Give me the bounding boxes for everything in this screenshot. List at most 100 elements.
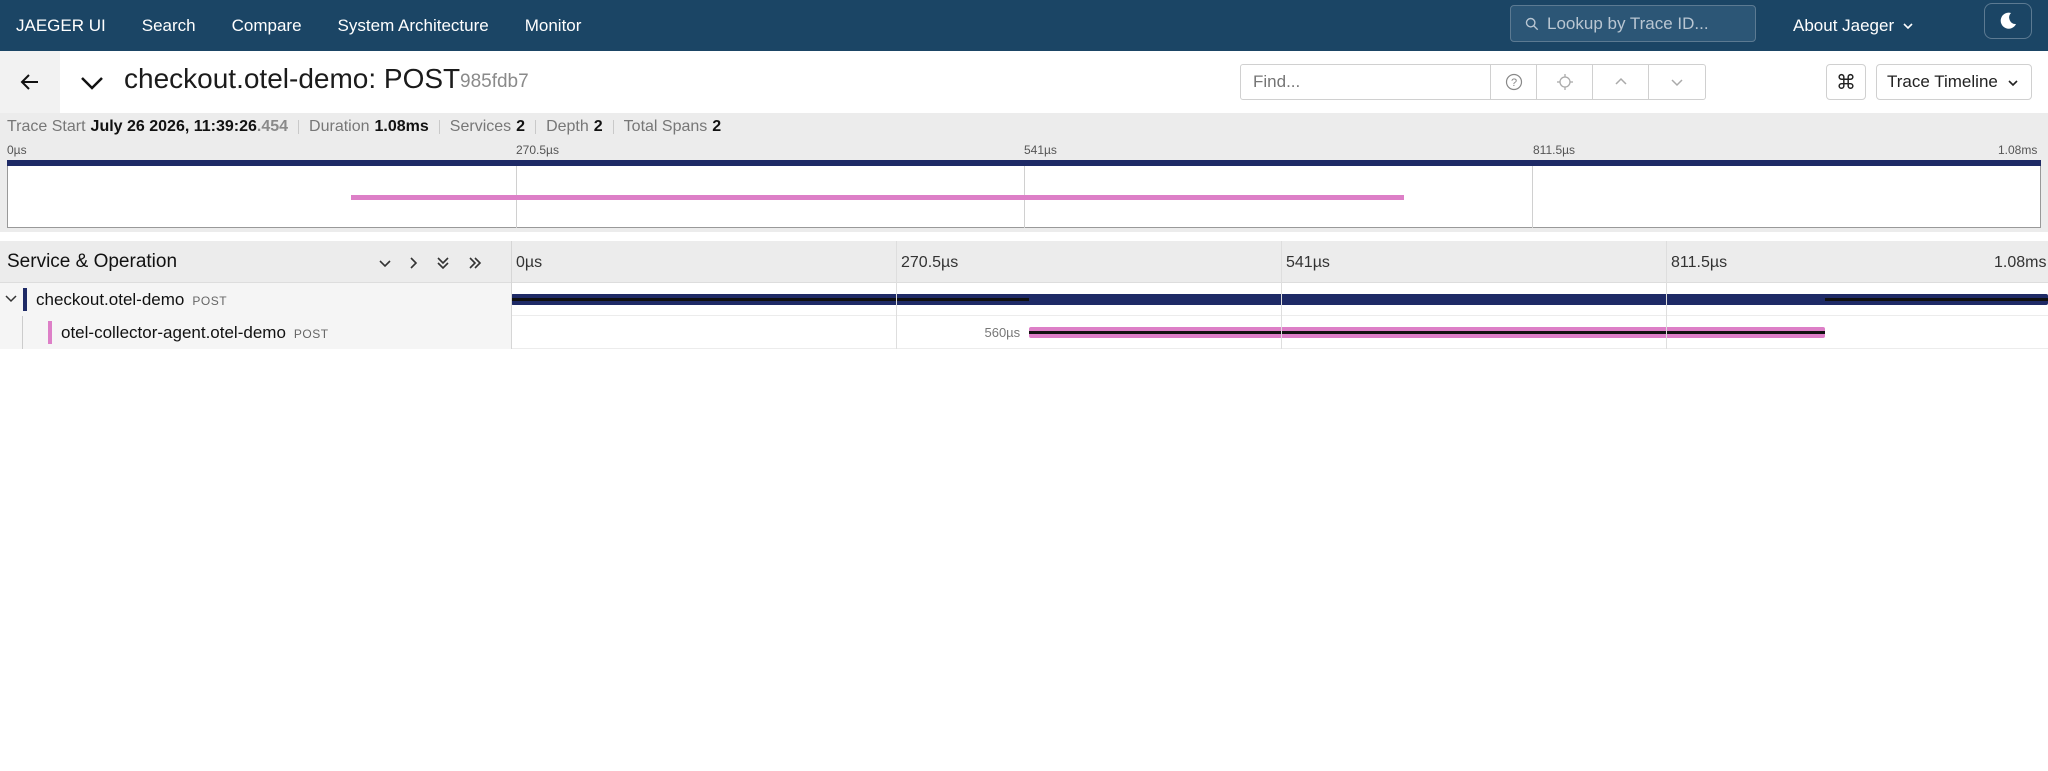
minimap-gridline <box>1024 160 1025 228</box>
collapse-all-button[interactable] <box>432 252 454 274</box>
minimap-tick: 541µs <box>1024 143 1057 157</box>
brand-link[interactable]: JAEGER UI <box>16 16 106 36</box>
double-chevron-right-icon <box>469 257 482 269</box>
meta-divider <box>612 120 614 134</box>
service-color-indicator <box>23 288 27 311</box>
nav-item-compare[interactable]: Compare <box>232 16 302 36</box>
minimap-root-span <box>7 160 2041 166</box>
operation-name: POST <box>293 327 329 341</box>
timeline-tick: 1.08ms <box>1994 254 2047 271</box>
span-self-time-line <box>511 298 1030 301</box>
services-value: 2 <box>516 118 526 135</box>
trace-details-toggle[interactable] <box>78 69 106 97</box>
find-help-button[interactable]: ? <box>1491 65 1537 99</box>
find-toolbar: ? <box>1240 64 1706 100</box>
total-spans-label: Total Spans <box>623 118 708 135</box>
timeline-tick: 811.5µs <box>1671 254 1728 271</box>
chevron-down-icon <box>2008 80 2018 87</box>
duration-label: Duration <box>309 118 370 135</box>
minimap-gridline <box>516 160 517 228</box>
timeline-tick: 0µs <box>516 254 543 271</box>
timeline-tick: 270.5µs <box>901 254 959 271</box>
double-chevron-down-icon <box>437 257 449 270</box>
command-key-icon: ⌘ <box>1836 71 1856 94</box>
expand-one-button[interactable] <box>402 252 424 274</box>
timeline-tick: 541µs <box>1286 254 1330 271</box>
span-row-label[interactable]: checkout.otel-demo POST <box>0 283 511 316</box>
trace-services: Services 2 <box>450 118 525 136</box>
trace-total-spans: Total Spans 2 <box>624 118 722 136</box>
service-operation-column-label: Service & Operation <box>7 251 178 272</box>
locate-button[interactable] <box>1537 65 1593 99</box>
chevron-up-icon <box>1614 77 1627 85</box>
duration-value: 1.08ms <box>374 118 429 135</box>
depth-value: 2 <box>593 118 603 135</box>
services-label: Services <box>449 118 512 135</box>
chevron-down-icon <box>379 260 391 268</box>
span-row[interactable]: checkout.otel-demo POST <box>0 283 2048 316</box>
minimap-child-span <box>351 195 1404 200</box>
tree-guide <box>22 316 23 349</box>
keyboard-shortcuts-button[interactable]: ⌘ <box>1826 64 1866 100</box>
arrow-left-icon <box>20 74 38 90</box>
service-name-text: otel-collector-agent.otel-demo <box>61 323 286 342</box>
total-spans-value: 2 <box>712 118 722 135</box>
about-jaeger-menu[interactable]: About Jaeger <box>1793 0 1914 51</box>
minimap-tick: 811.5µs <box>1533 143 1576 157</box>
span-row[interactable]: otel-collector-agent.otel-demo POST 560µs <box>0 316 2048 349</box>
minimap-tick: 0µs <box>7 143 27 157</box>
theme-toggle-button[interactable] <box>1984 3 2032 39</box>
trace-start: Trace Start July 26 2026, 11:39:26.454 <box>7 118 288 136</box>
trace-start-ms: .454 <box>256 118 289 135</box>
svg-text:?: ? <box>1510 77 1516 89</box>
back-button[interactable] <box>0 51 60 113</box>
collapse-one-button[interactable] <box>374 252 396 274</box>
target-icon <box>1556 74 1573 90</box>
about-jaeger-label: About Jaeger <box>1793 15 1895 35</box>
minimap-tick: 1.08ms <box>1998 143 2038 157</box>
trace-start-value: July 26 2026, 11:39:26 <box>90 118 257 135</box>
operation-name: POST <box>192 294 228 308</box>
trace-title: checkout.otel-demo: POST <box>124 63 461 94</box>
span-service-name: otel-collector-agent.otel-demo POST <box>61 323 329 343</box>
next-match-button[interactable] <box>1649 65 1705 99</box>
meta-divider <box>298 120 300 134</box>
chevron-down-icon <box>1671 79 1683 87</box>
moon-icon <box>2000 12 2016 29</box>
expand-all-button[interactable] <box>464 252 486 274</box>
chevron-down-icon <box>81 77 103 90</box>
timeline-gridline <box>1666 241 1667 349</box>
service-name-text: checkout.otel-demo <box>36 290 185 309</box>
search-icon <box>1525 17 1539 30</box>
span-self-time-line <box>1029 331 1825 334</box>
trace-id-lookup-input[interactable]: Lookup by Trace ID... <box>1510 5 1756 42</box>
meta-divider <box>438 120 440 134</box>
minimap-tick: 270.5µs <box>516 143 559 157</box>
span-self-time-line <box>1824 298 2048 301</box>
trace-depth: Depth 2 <box>546 118 603 136</box>
column-divider[interactable] <box>511 241 512 349</box>
trace-page-header: checkout.otel-demo: POST 985fdb7 ? <box>0 51 2048 113</box>
trace-summary: Trace Start July 26 2026, 11:39:26.454 D… <box>0 113 2048 141</box>
trace-id: 985fdb7 <box>460 71 529 92</box>
span-service-name: checkout.otel-demo POST <box>36 290 227 310</box>
view-mode-select[interactable]: Trace Timeline <box>1876 64 2032 100</box>
nav-item-search[interactable]: Search <box>142 16 196 36</box>
trace-duration: Duration 1.08ms <box>309 118 429 136</box>
nav-item-monitor[interactable]: Monitor <box>525 16 582 36</box>
lookup-placeholder: Lookup by Trace ID... <box>1547 13 1709 33</box>
timeline-gridline <box>896 241 897 349</box>
chevron-down-icon[interactable] <box>4 292 18 306</box>
span-duration-label: 560µs <box>984 325 1021 340</box>
view-mode-label: Trace Timeline <box>1887 72 1998 91</box>
timeline-gridline <box>1281 241 1282 349</box>
span-row-label[interactable]: otel-collector-agent.otel-demo POST <box>0 316 511 349</box>
previous-match-button[interactable] <box>1593 65 1649 99</box>
trace-start-label: Trace Start <box>7 118 86 135</box>
nav-item-system-architecture[interactable]: System Architecture <box>338 16 489 36</box>
depth-label: Depth <box>546 118 589 135</box>
find-input[interactable] <box>1241 65 1491 99</box>
service-color-indicator <box>48 321 52 344</box>
chevron-down-icon <box>1903 22 1913 29</box>
question-circle-icon: ? <box>1505 73 1522 91</box>
